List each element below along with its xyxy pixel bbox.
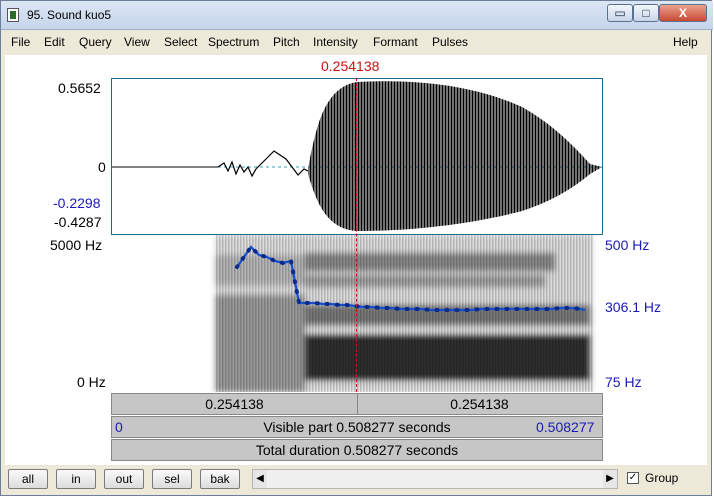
zoom-back-button[interactable]: bak bbox=[200, 469, 240, 489]
waveform-graph bbox=[112, 81, 602, 232]
zoom-selection-button[interactable]: sel bbox=[152, 469, 192, 489]
pitch-cursor-label: 306.1 Hz bbox=[605, 299, 662, 315]
waveform-y-min: -0.4287 bbox=[54, 214, 102, 230]
menu-pitch[interactable]: Pitch bbox=[273, 35, 300, 49]
menu-formant[interactable]: Formant bbox=[373, 35, 418, 49]
spectrogram-freq-bottom: 0 Hz bbox=[77, 374, 106, 390]
pitch-top-label: 500 Hz bbox=[605, 237, 650, 253]
menu-view[interactable]: View bbox=[124, 35, 150, 49]
editor-area: 0.254138 0.5652 0 -0.2298 -0.4287 5000 H… bbox=[5, 55, 707, 465]
waveform-y-max: 0.5652 bbox=[58, 80, 101, 96]
praat-sound-window: 95. Sound kuo5 ▭ □ X File Edit Query Vie… bbox=[0, 0, 713, 496]
bottom-toolbar: all in out sel bak ◀ ▶ ✓ Group bbox=[5, 467, 709, 493]
menu-file[interactable]: File bbox=[11, 35, 30, 49]
zoom-out-button[interactable]: out bbox=[104, 469, 144, 489]
visible-part-text: Visible part 0.508277 seconds bbox=[263, 419, 451, 435]
spectrogram-panel[interactable] bbox=[111, 235, 603, 392]
zoom-in-button[interactable]: in bbox=[56, 469, 96, 489]
selection-time-bar: 0.254138 0.254138 bbox=[111, 393, 603, 415]
menu-intensity[interactable]: Intensity bbox=[313, 35, 358, 49]
time-segment-right-label: 0.254138 bbox=[450, 396, 509, 412]
scroll-right-icon[interactable]: ▶ bbox=[603, 470, 617, 488]
all-button[interactable]: all bbox=[8, 469, 48, 489]
menu-help[interactable]: Help bbox=[673, 35, 698, 49]
waveform-y-zero: 0 bbox=[98, 159, 106, 175]
pitch-bottom-label: 75 Hz bbox=[605, 374, 642, 390]
spectrogram-graph bbox=[111, 235, 603, 392]
window-title: 95. Sound kuo5 bbox=[27, 8, 112, 22]
menu-bar: File Edit Query View Select Spectrum Pit… bbox=[5, 31, 709, 53]
menu-spectrum[interactable]: Spectrum bbox=[208, 35, 259, 49]
time-segment-right[interactable]: 0.254138 bbox=[357, 394, 602, 414]
title-bar[interactable]: 95. Sound kuo5 ▭ □ X bbox=[1, 1, 713, 30]
scroll-left-icon[interactable]: ◀ bbox=[253, 470, 267, 488]
visible-end-label: 0.508277 bbox=[536, 419, 595, 435]
menu-query[interactable]: Query bbox=[79, 35, 112, 49]
menu-edit[interactable]: Edit bbox=[44, 35, 65, 49]
spectrogram-freq-top: 5000 Hz bbox=[50, 237, 103, 253]
visible-part-bar[interactable]: 0 Visible part 0.508277 seconds 0.508277 bbox=[111, 416, 603, 438]
time-cursor[interactable] bbox=[356, 78, 357, 392]
horizontal-scrollbar[interactable]: ◀ ▶ bbox=[252, 469, 618, 489]
time-segment-left-label: 0.254138 bbox=[205, 396, 264, 412]
group-checkbox[interactable]: ✓ bbox=[627, 472, 639, 484]
waveform-panel[interactable] bbox=[111, 78, 603, 235]
menu-pulses[interactable]: Pulses bbox=[432, 35, 468, 49]
menu-select[interactable]: Select bbox=[164, 35, 197, 49]
close-button[interactable]: X bbox=[659, 4, 707, 22]
waveform-cursor-value: -0.2298 bbox=[53, 195, 101, 211]
app-icon bbox=[7, 8, 19, 22]
cursor-time-label: 0.254138 bbox=[321, 58, 380, 74]
group-label: Group bbox=[645, 471, 679, 485]
maximize-button[interactable]: □ bbox=[633, 4, 659, 22]
minimize-button[interactable]: ▭ bbox=[607, 4, 633, 22]
total-duration-bar[interactable]: Total duration 0.508277 seconds bbox=[111, 439, 603, 461]
total-duration-text: Total duration 0.508277 seconds bbox=[255, 442, 459, 458]
time-segment-left[interactable]: 0.254138 bbox=[112, 394, 358, 414]
